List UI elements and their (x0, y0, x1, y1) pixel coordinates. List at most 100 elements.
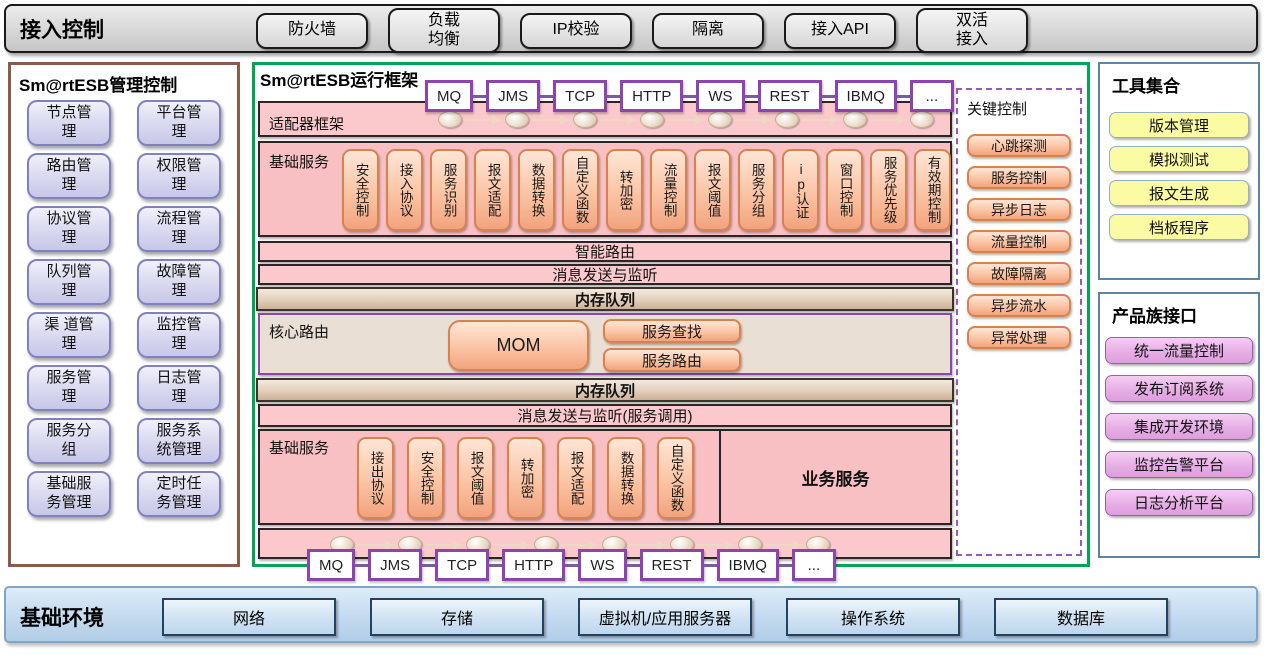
product-family-button[interactable]: 监控告警平台 (1105, 451, 1253, 478)
flow-arrow-icon (532, 119, 569, 121)
management-button[interactable]: 故障管理 (137, 259, 221, 305)
access-control-button[interactable]: 隔离 (652, 13, 764, 49)
protocol-chip[interactable]: IBMQ (835, 80, 897, 112)
management-button[interactable]: 流程管理 (137, 206, 221, 252)
environment-button[interactable]: 操作系统 (786, 598, 960, 636)
service-feature-box[interactable]: 报文适配 (557, 437, 594, 519)
management-button[interactable]: 协议管理 (27, 206, 111, 252)
management-button[interactable]: 平台管理 (137, 100, 221, 146)
adapter-connectors (438, 111, 934, 128)
service-feature-box[interactable]: 安全控制 (342, 149, 379, 231)
product-family-button[interactable]: 发布订阅系统 (1105, 375, 1253, 402)
smart-routing-label: 智能路由 (575, 241, 635, 262)
flow-arrow-icon (425, 544, 463, 546)
protocol-chip[interactable]: REST (640, 549, 704, 581)
service-feature-box[interactable]: 报文阈值 (694, 149, 731, 231)
key-control-button[interactable]: 流量控制 (967, 230, 1071, 253)
management-button[interactable]: 服务分组 (27, 418, 111, 464)
management-button[interactable]: 队列管理 (27, 259, 111, 305)
protocol-connector-line (607, 95, 620, 98)
access-control-button[interactable]: 接入API (784, 13, 896, 49)
service-feature-box[interactable]: 流量控制 (650, 149, 687, 231)
service-feature-box[interactable]: 有效期控制 (914, 149, 951, 231)
service-feature-box[interactable]: 接入协议 (386, 149, 423, 231)
access-control-button[interactable]: IP校验 (520, 13, 632, 49)
environment-button[interactable]: 网络 (162, 598, 336, 636)
service-feature-box[interactable]: 服务识别 (430, 149, 467, 231)
protocol-chip[interactable]: WS (578, 549, 626, 581)
management-panel: Sm@rtESB管理控制 节点管理平台管理路由管理权限管理协议管理流程管理队列管… (8, 62, 240, 567)
tool-button[interactable]: 模拟测试 (1109, 146, 1249, 172)
service-feature-box[interactable]: 服务优先级 (870, 149, 907, 231)
protocol-chip[interactable]: ... (792, 549, 836, 581)
tool-button[interactable]: 报文生成 (1109, 180, 1249, 206)
management-button[interactable]: 渠 道管理 (27, 312, 111, 358)
business-services-label: 业务服务 (802, 465, 870, 490)
tool-button[interactable]: 档板程序 (1109, 214, 1249, 240)
message-listen-service-call-bar: 消息发送与监听(服务调用) (258, 404, 952, 427)
access-control-button[interactable]: 负载 均衡 (388, 8, 500, 53)
management-button[interactable]: 基础服务管理 (27, 471, 111, 517)
management-button[interactable]: 定时任务管理 (137, 471, 221, 517)
key-control-button[interactable]: 异常处理 (967, 326, 1071, 349)
protocol-chip[interactable]: IBMQ (717, 549, 779, 581)
management-button[interactable]: 服务系统管理 (137, 418, 221, 464)
protocol-chip[interactable]: MQ (425, 80, 473, 112)
management-button[interactable]: 日志管理 (137, 365, 221, 411)
access-control-button[interactable]: 防火墙 (256, 13, 368, 49)
product-family-button[interactable]: 集成开发环境 (1105, 413, 1253, 440)
architecture-diagram: 接入控制 防火墙负载 均衡IP校验隔离接入API双活 接入 Sm@rtESB管理… (0, 0, 1264, 655)
management-button[interactable]: 服务管理 (27, 365, 111, 411)
environment-button[interactable]: 存储 (370, 598, 544, 636)
management-button[interactable]: 路由管理 (27, 153, 111, 199)
service-feature-box[interactable]: 自定义函数 (562, 149, 599, 231)
protocol-chip[interactable]: MQ (307, 549, 355, 581)
mom-button[interactable]: MOM (448, 320, 589, 371)
service-lookup-button[interactable]: 服务查找 (603, 319, 741, 343)
key-control-title: 关键控制 (967, 98, 1080, 119)
service-feature-box[interactable]: 自定义函数 (657, 437, 694, 519)
management-button[interactable]: 节点管理 (27, 100, 111, 146)
environment-button[interactable]: 虚拟机/应用服务器 (578, 598, 752, 636)
basic-services-top-boxes: 安全控制接入协议服务识别报文适配数据转换自定义函数转加密流量控制报文阈值服务分组… (342, 149, 951, 231)
key-control-button[interactable]: 心跳探测 (967, 134, 1071, 157)
service-feature-box[interactable]: 数据转换 (518, 149, 555, 231)
connector-oval-icon (505, 111, 529, 128)
management-panel-title: Sm@rtESB管理控制 (19, 71, 237, 96)
product-family-button[interactable]: 日志分析平台 (1105, 489, 1253, 516)
protocol-chip[interactable]: HTTP (620, 80, 683, 112)
protocol-chip[interactable]: REST (758, 80, 822, 112)
service-feature-box[interactable]: 报文适配 (474, 149, 511, 231)
protocol-chip[interactable]: TCP (435, 549, 489, 581)
management-button[interactable]: 监控管理 (137, 312, 221, 358)
flow-arrow-icon (735, 119, 772, 121)
runtime-frame-title: Sm@rtESB运行框架 (260, 66, 418, 91)
service-feature-box[interactable]: 安全控制 (407, 437, 444, 519)
service-feature-box[interactable]: ip认证 (782, 149, 819, 231)
key-control-button[interactable]: 故障隔离 (967, 262, 1071, 285)
protocol-chip[interactable]: TCP (553, 80, 607, 112)
adapter-framework-label: 适配器框架 (269, 113, 344, 134)
protocol-chip[interactable]: WS (696, 80, 744, 112)
product-family-button[interactable]: 统一流量控制 (1105, 337, 1253, 364)
protocol-chip[interactable]: JMS (368, 549, 422, 581)
management-button[interactable]: 权限管理 (137, 153, 221, 199)
key-control-button[interactable]: 异步流水 (967, 294, 1071, 317)
protocol-chip[interactable]: JMS (486, 80, 540, 112)
service-feature-box[interactable]: 服务分组 (738, 149, 775, 231)
protocol-chip[interactable]: HTTP (502, 549, 565, 581)
environment-button[interactable]: 数据库 (994, 598, 1168, 636)
access-control-button[interactable]: 双活 接入 (916, 8, 1028, 53)
service-feature-box[interactable]: 接出协议 (357, 437, 394, 519)
service-feature-box[interactable]: 转加密 (606, 149, 643, 231)
message-listen-bar: 消息发送与监听 (258, 264, 952, 285)
service-feature-box[interactable]: 转加密 (507, 437, 544, 519)
key-control-button[interactable]: 服务控制 (967, 166, 1071, 189)
service-feature-box[interactable]: 数据转换 (607, 437, 644, 519)
key-control-button[interactable]: 异步日志 (967, 198, 1071, 221)
service-feature-box[interactable]: 报文阈值 (457, 437, 494, 519)
service-feature-box[interactable]: 窗口控制 (826, 149, 863, 231)
service-routing-button[interactable]: 服务路由 (603, 348, 741, 372)
tool-button[interactable]: 版本管理 (1109, 112, 1249, 138)
protocol-chip[interactable]: ... (910, 80, 954, 112)
